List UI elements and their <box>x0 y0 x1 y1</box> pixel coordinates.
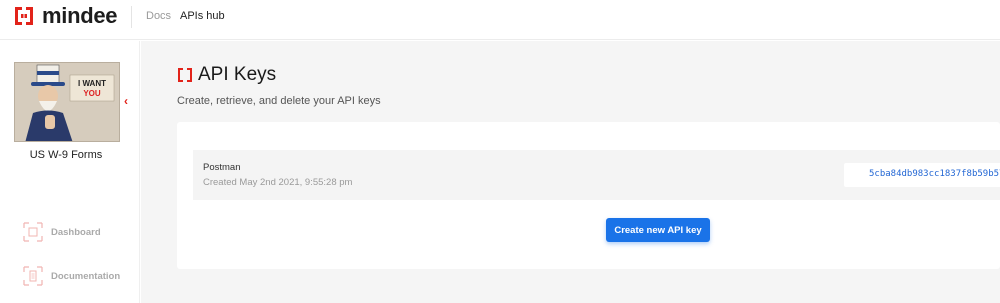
sidebar: I WANT YOU ‹ US W-9 Forms Dashboard Docu… <box>0 41 140 303</box>
api-key-name: Postman <box>203 162 241 173</box>
dashboard-icon <box>23 222 43 242</box>
mindee-logo-icon[interactable] <box>13 5 35 27</box>
nav-docs-link[interactable]: Docs <box>146 10 171 22</box>
api-keys-card: Postman Created May 2nd 2021, 9:55:28 pm… <box>177 122 1000 269</box>
header-divider <box>131 6 132 28</box>
page-title: API Keys <box>198 64 277 85</box>
documentation-icon <box>23 266 43 286</box>
api-keys-bracket-icon <box>178 68 192 82</box>
svg-text:YOU: YOU <box>83 89 101 98</box>
page-subtitle: Create, retrieve, and delete your API ke… <box>177 95 381 107</box>
brand-name[interactable]: mindee <box>42 3 118 29</box>
api-key-value-box[interactable]: 5cba84db983cc1837f8b59b57c <box>844 163 1000 187</box>
uncle-sam-poster-image: I WANT YOU <box>15 63 119 141</box>
api-key-value[interactable]: 5cba84db983cc1837f8b59b57c <box>869 169 1000 179</box>
sidebar-item-dashboard[interactable]: Dashboard <box>22 221 101 243</box>
top-bar: mindee Docs APIs hub <box>0 0 1000 40</box>
sidebar-item-label: Documentation <box>51 270 121 282</box>
model-name: US W-9 Forms <box>29 149 103 161</box>
collapse-sidebar-icon[interactable]: ‹ <box>124 94 128 108</box>
nav-apis-hub-link[interactable]: APIs hub <box>180 10 225 22</box>
sidebar-item-documentation[interactable]: Documentation <box>22 265 120 287</box>
create-new-api-key-button[interactable]: Create new API key <box>606 218 710 242</box>
sidebar-item-label: Dashboard <box>51 226 101 238</box>
svg-text:I WANT: I WANT <box>78 79 106 88</box>
api-key-created-date: Created May 2nd 2021, 9:55:28 pm <box>203 177 353 188</box>
main-content: API Keys Create, retrieve, and delete yo… <box>141 41 1000 303</box>
api-key-row: Postman Created May 2nd 2021, 9:55:28 pm… <box>193 150 1000 200</box>
model-thumbnail: I WANT YOU <box>14 62 120 142</box>
